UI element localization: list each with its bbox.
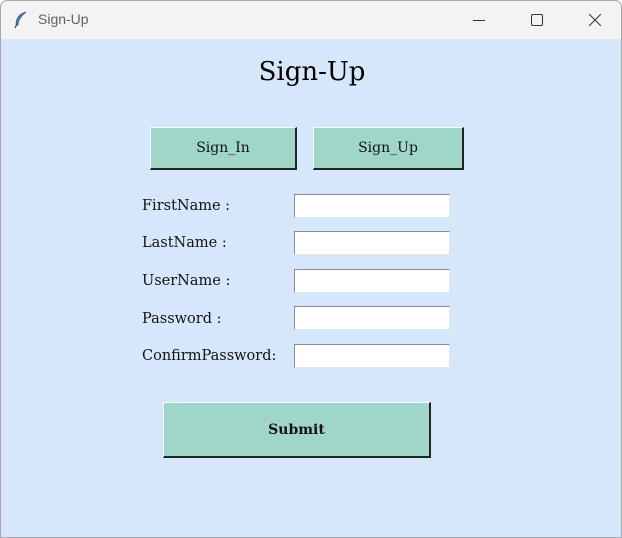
app-window: Sign-Up Sign-Up Sign_In Sign_Up FirstNam…	[0, 0, 622, 538]
title-bar[interactable]: Sign-Up	[1, 1, 621, 39]
window-title: Sign-Up	[38, 11, 89, 27]
close-icon	[589, 14, 601, 26]
user-name-label: UserName :	[142, 273, 231, 289]
sign-up-button[interactable]: Sign_Up	[313, 127, 464, 170]
confirm-password-label: ConfirmPassword:	[142, 348, 277, 364]
minimize-button[interactable]	[456, 1, 502, 39]
sign-in-button[interactable]: Sign_In	[150, 127, 297, 170]
first-name-label: FirstName :	[142, 198, 231, 214]
last-name-label: LastName :	[142, 235, 227, 251]
page-title: Sign-Up	[258, 57, 366, 87]
maximize-button[interactable]	[514, 1, 560, 39]
password-label: Password :	[142, 311, 222, 327]
close-button[interactable]	[572, 1, 618, 39]
user-name-field[interactable]	[294, 269, 450, 293]
minimize-icon	[473, 20, 485, 21]
feather-icon	[13, 11, 29, 29]
maximize-icon	[531, 14, 543, 26]
last-name-field[interactable]	[294, 231, 450, 255]
confirm-password-field[interactable]	[294, 344, 450, 368]
password-field[interactable]	[294, 306, 450, 330]
first-name-field[interactable]	[294, 194, 450, 218]
submit-button[interactable]: Submit	[163, 402, 431, 458]
